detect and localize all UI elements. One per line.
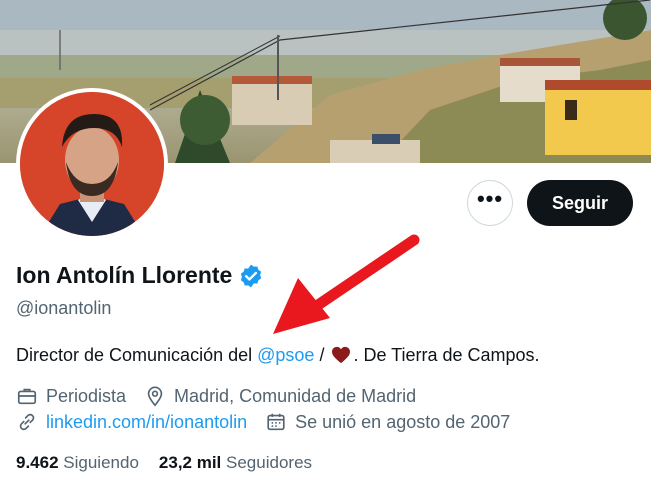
following-label: Siguiendo bbox=[63, 453, 139, 472]
avatar-photo bbox=[20, 92, 164, 236]
briefcase-icon bbox=[17, 388, 37, 405]
display-name: Ion Antolín Llorente bbox=[16, 262, 233, 288]
calendar-icon bbox=[267, 413, 285, 431]
avatar[interactable] bbox=[16, 88, 168, 240]
followers-label: Seguidores bbox=[226, 453, 313, 472]
following-stat[interactable]: 9.462 Siguiendo bbox=[16, 453, 139, 473]
handle: @ionantolin bbox=[16, 298, 112, 318]
bio-mention-link[interactable]: @psoe bbox=[257, 345, 314, 365]
website[interactable]: linkedin.com/in/ionantolin bbox=[16, 411, 247, 433]
bio-separator: / bbox=[314, 345, 330, 365]
heart-icon bbox=[332, 346, 351, 364]
following-count: 9.462 bbox=[16, 453, 59, 472]
bio-suffix: . De Tierra de Campos. bbox=[353, 345, 540, 365]
joined-text: Se unió en agosto de 2007 bbox=[295, 411, 511, 432]
location-pin-icon bbox=[147, 386, 163, 407]
profile-meta-row-1: Periodista Madrid, Comunidad de Madrid bbox=[16, 385, 434, 407]
bio: Director de Comunicación del @psoe / . D… bbox=[16, 345, 540, 366]
website-link[interactable]: linkedin.com/in/ionantolin bbox=[46, 412, 247, 433]
more-icon: ••• bbox=[476, 186, 504, 211]
followers-count: 23,2 mil bbox=[158, 453, 222, 472]
occupation-text: Periodista bbox=[46, 385, 127, 406]
verified-badge-icon[interactable] bbox=[238, 263, 264, 289]
name-row: Ion Antolín Llorente bbox=[16, 262, 264, 289]
occupation: Periodista bbox=[16, 385, 126, 407]
profile-meta-row-2: linkedin.com/in/ionantolin Se unió en ag… bbox=[16, 411, 528, 433]
followers-stat[interactable]: 23,2 mil Seguidores bbox=[159, 453, 312, 473]
more-options-button[interactable]: ••• bbox=[467, 180, 513, 226]
follow-stats: 9.462 Siguiendo 23,2 mil Seguidores bbox=[16, 453, 332, 473]
bio-prefix: Director de Comunicación del bbox=[16, 345, 258, 365]
follow-button[interactable]: Seguir bbox=[527, 180, 633, 226]
location: Madrid, Comunidad de Madrid bbox=[144, 385, 416, 407]
joined-date: Se unió en agosto de 2007 bbox=[265, 411, 510, 433]
location-text: Madrid, Comunidad de Madrid bbox=[174, 385, 417, 406]
link-icon bbox=[19, 413, 35, 431]
